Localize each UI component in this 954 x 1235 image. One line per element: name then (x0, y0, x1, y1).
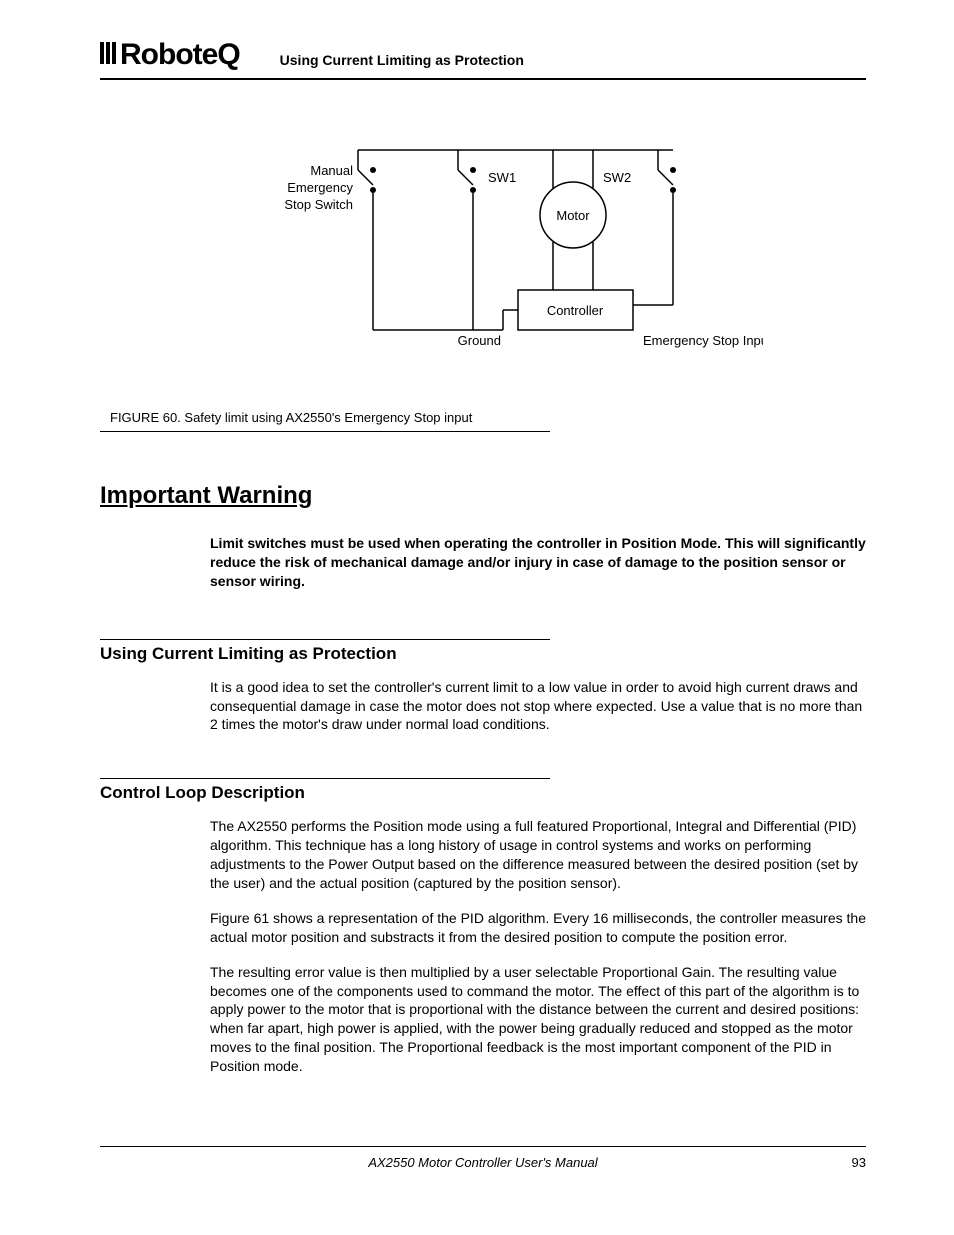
page-header: RoboteQ Using Current Limiting as Protec… (100, 38, 866, 80)
footer-page-number: 93 (826, 1155, 866, 1170)
figure-caption: FIGURE 60. Safety limit using AX2550's E… (110, 410, 866, 431)
label-ground: Ground (458, 333, 501, 348)
footer-manual-title: AX2550 Motor Controller User's Manual (140, 1155, 826, 1170)
figure-60: Manual Emergency Stop Switch SW1 (100, 130, 866, 432)
section-heading-current-limiting: Using Current Limiting as Protection (100, 644, 866, 664)
section-body-current-limiting: It is a good idea to set the controller'… (210, 678, 866, 735)
caption-rule (100, 431, 550, 432)
control-loop-p3: The resulting error value is then multip… (210, 963, 866, 1076)
brand-logo: RoboteQ (100, 38, 240, 72)
label-motor: Motor (556, 208, 590, 223)
logo-text: RoboteQ (120, 38, 240, 72)
label-controller: Controller (547, 303, 604, 318)
label-sw2: SW2 (603, 170, 631, 185)
label-manual-stop-l1: Manual (310, 163, 353, 178)
section-body-control-loop: The AX2550 performs the Position mode us… (210, 817, 866, 1076)
logo-bars-icon (100, 38, 118, 72)
label-estop-input: Emergency Stop Input (643, 333, 763, 348)
label-manual-stop-l2: Emergency (287, 180, 353, 195)
section-heading-control-loop: Control Loop Description (100, 783, 866, 803)
control-loop-p2: Figure 61 shows a representation of the … (210, 909, 866, 947)
control-loop-p1: The AX2550 performs the Position mode us… (210, 817, 866, 893)
important-warning-heading: Important Warning (100, 482, 866, 510)
important-warning-body: Limit switches must be used when operati… (210, 534, 866, 591)
running-header-title: Using Current Limiting as Protection (280, 52, 524, 72)
circuit-diagram: Manual Emergency Stop Switch SW1 (100, 130, 866, 385)
section-rule-current (100, 639, 550, 640)
current-limiting-paragraph: It is a good idea to set the controller'… (210, 678, 866, 735)
label-manual-stop-l3: Stop Switch (284, 197, 353, 212)
diagram-svg: Manual Emergency Stop Switch SW1 (203, 130, 763, 380)
section-rule-loop (100, 778, 550, 779)
label-sw1: SW1 (488, 170, 516, 185)
page-footer: AX2550 Motor Controller User's Manual 93 (100, 1146, 866, 1170)
